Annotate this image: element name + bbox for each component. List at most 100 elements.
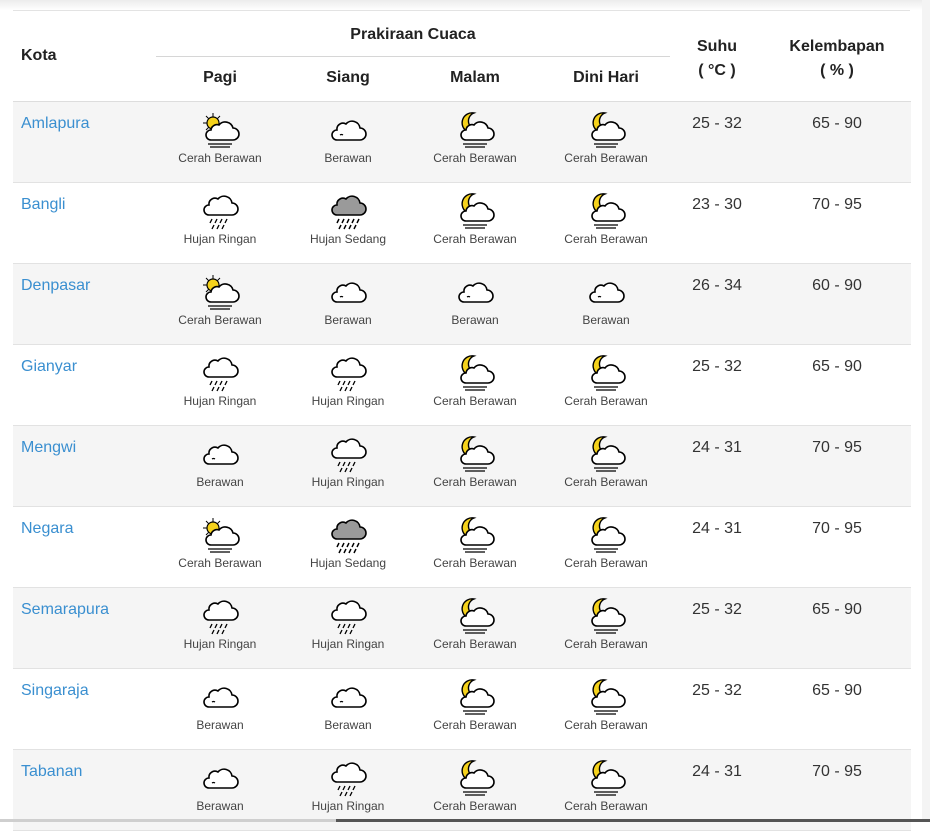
- forecast-label: Cerah Berawan: [564, 556, 648, 570]
- forecast-cell-pagi: Hujan Ringan: [156, 353, 284, 408]
- temperature-range: 24 - 31: [692, 439, 742, 456]
- city-link[interactable]: Semarapura: [21, 601, 109, 619]
- forecast-label: Cerah Berawan: [433, 232, 517, 246]
- temperature-range: 23 - 30: [692, 196, 742, 213]
- forecast-label: Cerah Berawan: [564, 637, 648, 651]
- forecast-label: Cerah Berawan: [178, 556, 262, 570]
- partly-cloudy-day-icon: [156, 272, 284, 312]
- city-link[interactable]: Mengwi: [21, 439, 76, 457]
- humidity-range: 60 - 90: [812, 277, 862, 294]
- header-prakiraan-cuaca: Prakiraan Cuaca: [350, 26, 476, 43]
- forecast-label: Cerah Berawan: [433, 637, 517, 651]
- city-link[interactable]: Bangli: [21, 196, 65, 214]
- forecast-cell-dini-hari: Cerah Berawan: [542, 434, 670, 489]
- forecast-label: Cerah Berawan: [433, 556, 517, 570]
- forecast-label: Cerah Berawan: [564, 394, 648, 408]
- forecast-cell-dini-hari: Cerah Berawan: [542, 677, 670, 732]
- cloudy-icon: [284, 110, 412, 150]
- forecast-cell-siang: Hujan Ringan: [284, 434, 412, 489]
- top-shadow: [0, 0, 930, 10]
- partly-cloudy-night-icon: [542, 596, 670, 636]
- table-body: Amlapura Cerah Berawan Berawan Cerah Ber…: [13, 102, 911, 831]
- forecast-label: Hujan Ringan: [311, 799, 385, 813]
- forecast-cell-siang: Hujan Sedang: [284, 515, 412, 570]
- humidity-range: 65 - 90: [812, 682, 862, 699]
- header-kelembapan-title: Kelembapan: [789, 38, 885, 55]
- forecast-label: Cerah Berawan: [433, 718, 517, 732]
- temperature-range: 24 - 31: [692, 763, 742, 780]
- forecast-label: Cerah Berawan: [433, 151, 517, 165]
- forecast-cell-dini-hari: Cerah Berawan: [542, 353, 670, 408]
- forecast-cell-malam: Cerah Berawan: [411, 191, 539, 246]
- light-rain-icon: [284, 596, 412, 636]
- light-rain-icon: [156, 596, 284, 636]
- light-rain-icon: [156, 191, 284, 231]
- forecast-label: Berawan: [196, 799, 244, 813]
- forecast-cell-malam: Cerah Berawan: [411, 110, 539, 165]
- partly-cloudy-night-icon: [411, 515, 539, 555]
- scrollbar-track[interactable]: [922, 0, 930, 822]
- light-rain-icon: [284, 758, 412, 798]
- forecast-cell-pagi: Hujan Ringan: [156, 596, 284, 651]
- partly-cloudy-night-icon: [542, 677, 670, 717]
- city-link[interactable]: Negara: [21, 520, 73, 538]
- city-link[interactable]: Tabanan: [21, 763, 82, 781]
- forecast-cell-siang: Hujan Ringan: [284, 758, 412, 813]
- forecast-cell-malam: Cerah Berawan: [411, 758, 539, 813]
- partly-cloudy-night-icon: [411, 434, 539, 474]
- forecast-label: Cerah Berawan: [564, 232, 648, 246]
- table-row: Denpasar Cerah Berawan Berawan Berawan B…: [13, 264, 911, 345]
- forecast-label: Berawan: [451, 313, 499, 327]
- forecast-cell-malam: Cerah Berawan: [411, 353, 539, 408]
- forecast-cell-dini-hari: Berawan: [542, 272, 670, 327]
- forecast-cell-pagi: Berawan: [156, 758, 284, 813]
- table-row: Mengwi Berawan Hujan Ringan Cerah Berawa…: [13, 426, 911, 507]
- forecast-cell-pagi: Berawan: [156, 677, 284, 732]
- forecast-label: Hujan Ringan: [183, 232, 257, 246]
- table-row: Semarapura Hujan Ringan Hujan Ringan Cer…: [13, 588, 911, 669]
- table-row: Bangli Hujan Ringan Hujan Sedang Cerah B…: [13, 183, 911, 264]
- humidity-range: 70 - 95: [812, 763, 862, 780]
- forecast-cell-dini-hari: Cerah Berawan: [542, 191, 670, 246]
- forecast-cell-pagi: Berawan: [156, 434, 284, 489]
- forecast-label: Cerah Berawan: [178, 313, 262, 327]
- humidity-range: 70 - 95: [812, 439, 862, 456]
- forecast-label: Cerah Berawan: [564, 799, 648, 813]
- humidity-range: 65 - 90: [812, 601, 862, 618]
- table-row: Singaraja Berawan Berawan Cerah Berawan …: [13, 669, 911, 750]
- forecast-label: Hujan Sedang: [309, 556, 387, 570]
- table-row: Amlapura Cerah Berawan Berawan Cerah Ber…: [13, 102, 911, 183]
- forecast-label: Hujan Ringan: [183, 637, 257, 651]
- partly-cloudy-night-icon: [542, 191, 670, 231]
- forecast-label: Berawan: [324, 151, 372, 165]
- cloudy-icon: [542, 272, 670, 312]
- humidity-range: 70 - 95: [812, 196, 862, 213]
- partly-cloudy-night-icon: [411, 110, 539, 150]
- forecast-label: Cerah Berawan: [564, 151, 648, 165]
- forecast-label: Berawan: [582, 313, 630, 327]
- forecast-label: Hujan Sedang: [309, 232, 387, 246]
- partly-cloudy-night-icon: [542, 353, 670, 393]
- forecast-label: Cerah Berawan: [564, 475, 648, 489]
- city-link[interactable]: Amlapura: [21, 115, 89, 133]
- city-link[interactable]: Singaraja: [21, 682, 89, 700]
- cloudy-icon: [156, 434, 284, 474]
- forecast-cell-malam: Berawan: [411, 272, 539, 327]
- forecast-label: Hujan Ringan: [311, 475, 385, 489]
- city-link[interactable]: Denpasar: [21, 277, 90, 295]
- weather-table: Kota Prakiraan Cuaca Pagi Siang Malam Di…: [13, 12, 911, 831]
- header-suhu: Suhu ( °C ): [653, 35, 781, 83]
- partly-cloudy-night-icon: [542, 758, 670, 798]
- forecast-cell-pagi: Hujan Ringan: [156, 191, 284, 246]
- forecast-cell-pagi: Cerah Berawan: [156, 272, 284, 327]
- cloudy-icon: [411, 272, 539, 312]
- city-link[interactable]: Gianyar: [21, 358, 77, 376]
- table-row: Negara Cerah Berawan Hujan Sedang Cerah …: [13, 507, 911, 588]
- forecast-label: Cerah Berawan: [433, 475, 517, 489]
- forecast-cell-malam: Cerah Berawan: [411, 434, 539, 489]
- forecast-cell-siang: Hujan Ringan: [284, 596, 412, 651]
- partly-cloudy-night-icon: [542, 434, 670, 474]
- light-rain-icon: [284, 434, 412, 474]
- forecast-cell-malam: Cerah Berawan: [411, 677, 539, 732]
- cloudy-icon: [156, 758, 284, 798]
